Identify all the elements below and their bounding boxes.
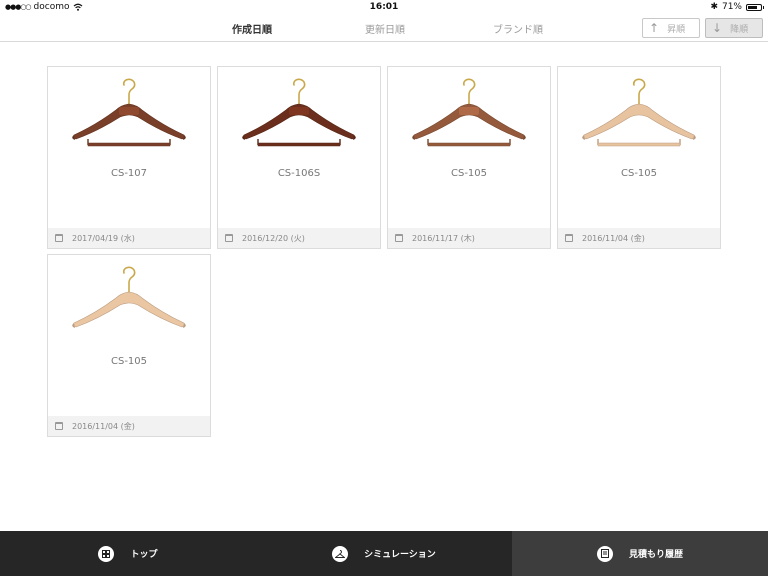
tab-simulation-label: シミュレーション [364, 550, 436, 560]
ascending-button[interactable]: ↑ 昇順 [642, 18, 700, 38]
card-footer: 2017/04/19 (水) [48, 228, 210, 248]
tab-top[interactable]: トップ [0, 531, 256, 576]
product-code: CS-106S [277, 168, 321, 179]
battery-icon [746, 3, 764, 11]
clock: 16:01 [369, 2, 399, 12]
created-date: 2016/11/04 (金) [582, 233, 645, 243]
sort-bar: 作成日順 更新日順 ブランド順 ↑ 昇順 ↓ 降順 [0, 14, 768, 42]
arrow-down-icon: ↓ [712, 21, 723, 35]
hanger-image [72, 78, 186, 147]
created-date: 2017/04/19 (水) [72, 233, 135, 243]
tab-quote-history[interactable]: 見積もり履歴 [512, 531, 768, 576]
ascending-label: 昇順 [667, 24, 686, 35]
product-code: CS-105 [620, 168, 658, 179]
card-footer: 2016/12/20 (火) [218, 228, 380, 248]
card-footer: 2016/11/17 (木) [388, 228, 550, 248]
quote-card[interactable]: CS-105 2016/11/04 (金) [47, 254, 211, 437]
battery-percent: 71% [721, 2, 742, 12]
product-code: CS-105 [450, 168, 488, 179]
arrow-up-icon: ↑ [649, 21, 660, 35]
quote-card[interactable]: CS-107 2017/04/19 (水) [47, 66, 211, 249]
grid-icon [98, 545, 115, 562]
descending-label: 降順 [730, 24, 749, 35]
hanger-image [412, 78, 526, 147]
tab-updated-date[interactable]: 更新日順 [365, 21, 405, 36]
status-bar: ●●●○○ docomo 16:01 ✱ 71% [0, 0, 768, 14]
tab-brand[interactable]: ブランド順 [493, 21, 543, 36]
app-screen: ●●●○○ docomo 16:01 ✱ 71% 作成日順 更新日順 ブランド順… [0, 0, 768, 576]
quote-card[interactable]: CS-106S 2016/12/20 (火) [217, 66, 381, 249]
card-footer: 2016/11/04 (金) [48, 416, 210, 436]
tab-created-date[interactable]: 作成日順 [232, 21, 272, 36]
calendar-icon [55, 422, 63, 430]
bluetooth-icon: ✱ [710, 2, 718, 12]
tab-simulation[interactable]: シミュレーション [256, 531, 512, 576]
hanger-image [242, 78, 356, 147]
calendar-icon [55, 234, 63, 242]
hanger-image [582, 78, 696, 147]
hanger-icon [332, 545, 349, 562]
product-code: CS-105 [110, 356, 148, 367]
created-date: 2016/11/17 (木) [412, 233, 475, 243]
calendar-icon [225, 234, 233, 242]
document-icon [596, 545, 613, 562]
created-date: 2016/11/04 (金) [72, 421, 135, 431]
tab-top-label: トップ [130, 550, 158, 560]
created-date: 2016/12/20 (火) [242, 233, 305, 243]
card-footer: 2016/11/04 (金) [558, 228, 720, 248]
product-code: CS-107 [110, 168, 148, 179]
quote-card[interactable]: CS-105 2016/11/17 (木) [387, 66, 551, 249]
calendar-icon [565, 234, 573, 242]
bottom-tab-bar: トップ シミュレーション 見積もり履歴 [0, 531, 768, 576]
quote-card[interactable]: CS-105 2016/11/04 (金) [557, 66, 721, 249]
battery-level [748, 5, 757, 9]
descending-button[interactable]: ↓ 降順 [705, 18, 763, 38]
calendar-icon [395, 234, 403, 242]
hanger-image [72, 266, 186, 328]
tab-quote-history-label: 見積もり履歴 [628, 550, 683, 560]
